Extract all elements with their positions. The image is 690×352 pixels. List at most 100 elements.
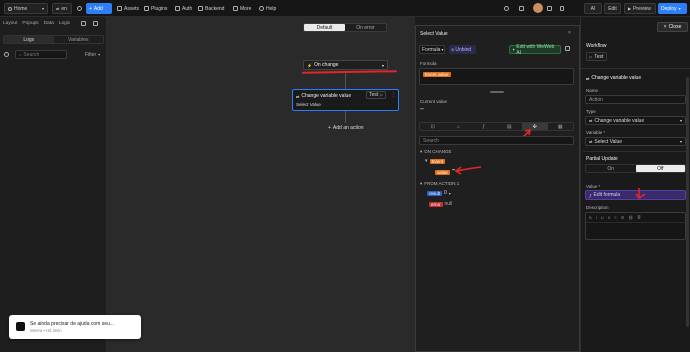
toggle-on[interactable]: On bbox=[586, 165, 636, 172]
chevron-down-icon: ▾ bbox=[381, 62, 384, 68]
event-tag: Event bbox=[429, 158, 446, 164]
action-card-title: Change variable value bbox=[301, 93, 352, 99]
variable-icon: ⇄ bbox=[589, 139, 593, 144]
italic-icon[interactable]: I bbox=[596, 215, 597, 220]
action-card-subtitle: Select Value bbox=[296, 102, 321, 107]
link-icon[interactable]: ⛓ bbox=[628, 215, 633, 220]
tab-data[interactable]: Data bbox=[44, 21, 54, 26]
event-node[interactable]: ▾ Event bbox=[425, 158, 446, 164]
add-button[interactable]: + Add bbox=[86, 3, 112, 14]
tab-collections-icon[interactable]: ⌂ bbox=[446, 123, 472, 130]
result-node[interactable]: result 0 ▾ bbox=[427, 190, 451, 196]
divider bbox=[581, 68, 690, 69]
tab-layout[interactable]: Layout bbox=[3, 21, 17, 26]
auth-menu[interactable]: Auth bbox=[175, 3, 192, 14]
action-card[interactable]: ⇄ Change variable value Test ▷ ⋮ Select … bbox=[292, 89, 399, 111]
scrollbar[interactable] bbox=[686, 77, 689, 327]
description-editor[interactable]: B I U S ≡ ☰ ⛓ ≣ bbox=[585, 212, 686, 240]
tab-default[interactable]: Default bbox=[304, 24, 345, 31]
data-search-input[interactable]: Search bbox=[419, 136, 574, 145]
tab-logic[interactable]: Logic bbox=[59, 21, 70, 26]
trigger-selector[interactable]: ⚡ On change ▾ bbox=[303, 60, 388, 70]
formula-mode-dropdown[interactable]: Formula ▾ bbox=[419, 45, 445, 54]
top-toolbar: Home ▾ ⇄ en + Add Assets Plugins Auth Ba… bbox=[0, 0, 690, 17]
preview-button[interactable]: ▶ Preview bbox=[624, 3, 656, 14]
plugins-label: Plugins bbox=[151, 5, 168, 12]
list-icon[interactable]: ≡ bbox=[614, 215, 616, 220]
deploy-button[interactable]: Deploy ▾ bbox=[658, 3, 687, 14]
ordered-list-icon[interactable]: ☰ bbox=[621, 215, 625, 220]
event-value-node[interactable]: value "" bbox=[435, 169, 455, 175]
toggle-off[interactable]: Off bbox=[635, 165, 685, 172]
section-from-action[interactable]: ▾ FROM ACTION 1 bbox=[420, 181, 459, 187]
resize-handle[interactable] bbox=[490, 91, 504, 93]
global-search-icon[interactable] bbox=[77, 3, 82, 14]
edit-with-ai-button[interactable]: ✦ Edit with WeWeb AI bbox=[509, 44, 561, 56]
assets-menu[interactable]: Assets bbox=[117, 3, 139, 14]
tab-on-error[interactable]: On error bbox=[345, 24, 386, 31]
underline-icon[interactable]: U bbox=[601, 215, 604, 220]
close-button[interactable]: × Close bbox=[657, 22, 688, 32]
tab-utilities-icon[interactable]: ▦ bbox=[548, 123, 574, 130]
result-value: 0 bbox=[444, 190, 447, 196]
sparkle-icon: ✦ bbox=[512, 47, 516, 52]
action-test-button[interactable]: Test ▷ bbox=[366, 91, 386, 99]
tab-logs[interactable]: Logs bbox=[4, 36, 54, 43]
type-label: Type bbox=[586, 109, 596, 114]
database-icon bbox=[198, 6, 203, 11]
annotation-arrow bbox=[635, 188, 646, 200]
right-panel: × Close Workflow ▷ Test ⇄ Change variabl… bbox=[580, 17, 690, 352]
unbind-button[interactable]: ⊘ Unbind bbox=[449, 45, 476, 54]
play-icon: ▷ bbox=[380, 93, 383, 97]
expand-icon[interactable] bbox=[565, 46, 570, 53]
section-on-change[interactable]: ▾ ON CHANGE bbox=[420, 149, 452, 155]
history-icon[interactable] bbox=[519, 3, 524, 14]
debug-icon[interactable] bbox=[81, 21, 86, 28]
mobile-icon[interactable] bbox=[560, 3, 564, 14]
formula-editor[interactable]: Event.value bbox=[419, 68, 574, 85]
tab-popups[interactable]: Popups bbox=[22, 21, 38, 26]
collapse-panel-icon[interactable] bbox=[93, 21, 98, 28]
error-node[interactable]: error null bbox=[429, 201, 452, 207]
select-value-modal: Select Value × Formula ▾ ⊘ Unbind ✦ Edit… bbox=[415, 25, 580, 352]
tab-formulas-icon[interactable]: ƒ bbox=[471, 123, 497, 130]
ai-button[interactable]: AI bbox=[584, 3, 602, 14]
avatar[interactable] bbox=[533, 3, 543, 13]
filter-button[interactable]: Filter ▾ bbox=[85, 52, 100, 58]
help-menu[interactable]: Help bbox=[259, 3, 276, 14]
more-menu[interactable]: More bbox=[233, 3, 251, 14]
logs-search-input[interactable]: ○ Search bbox=[15, 50, 67, 59]
close-icon: × bbox=[663, 24, 667, 30]
name-input[interactable]: Action bbox=[585, 95, 686, 104]
bold-icon[interactable]: B bbox=[589, 215, 592, 220]
filter-label: Filter bbox=[85, 52, 97, 58]
edit-mode-button[interactable]: Edit bbox=[604, 3, 621, 14]
formula-icon: ƒ bbox=[589, 192, 592, 198]
block-icon[interactable] bbox=[4, 52, 9, 59]
add-action-button[interactable]: + Add an action bbox=[328, 125, 364, 131]
backend-menu[interactable]: Backend bbox=[198, 3, 224, 14]
tab-logs-label: Logs bbox=[23, 36, 35, 43]
monitor-icon[interactable] bbox=[547, 3, 552, 14]
partial-update-label: Partial Update bbox=[586, 156, 618, 162]
language-selector[interactable]: ⇄ en bbox=[52, 3, 72, 14]
chat-logo-icon bbox=[16, 322, 25, 331]
close-icon[interactable]: × bbox=[568, 30, 571, 36]
chat-toast[interactable]: Se ainda precisar de ajuda com seu... We… bbox=[9, 315, 141, 339]
close-label: Close bbox=[668, 24, 682, 30]
type-select[interactable]: ⇄ Change variable value ▾ bbox=[585, 116, 686, 125]
settings-icon[interactable] bbox=[504, 3, 509, 14]
tab-variables-icon[interactable]: ⊡ bbox=[420, 123, 446, 130]
align-icon[interactable]: ≣ bbox=[637, 215, 640, 220]
tab-variables[interactable]: Variables bbox=[54, 36, 104, 43]
current-value-label: Current value bbox=[420, 99, 448, 104]
default-onerror-toggle: Default On error bbox=[303, 23, 387, 32]
plugins-menu[interactable]: Plugins bbox=[144, 3, 167, 14]
strikethrough-icon[interactable]: S bbox=[608, 215, 611, 220]
edit-mode-label: Edit bbox=[608, 5, 617, 12]
variable-select[interactable]: ⇄ Select Value ▾ bbox=[585, 137, 686, 146]
workflow-test-button[interactable]: ▷ Test bbox=[586, 52, 607, 61]
page-selector[interactable]: Home ▾ bbox=[4, 3, 48, 14]
plugins-icon bbox=[144, 6, 149, 11]
more-vertical-icon[interactable]: ⋮ bbox=[391, 92, 396, 98]
